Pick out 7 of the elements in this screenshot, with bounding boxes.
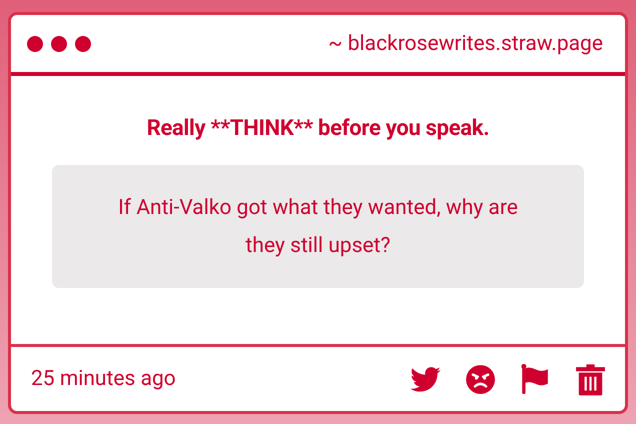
message-text: If Anti-Valko got what they wanted, why are they still upset?	[52, 165, 584, 288]
prompt-heading: Really **THINK** before you speak.	[146, 116, 490, 141]
trash-icon[interactable]	[574, 362, 607, 396]
angry-face-icon[interactable]	[464, 362, 497, 396]
timestamp: 25 minutes ago	[31, 367, 176, 391]
window-dots-icon	[26, 34, 92, 52]
site-url[interactable]: ~ blackrosewrites.straw.page	[328, 32, 603, 56]
